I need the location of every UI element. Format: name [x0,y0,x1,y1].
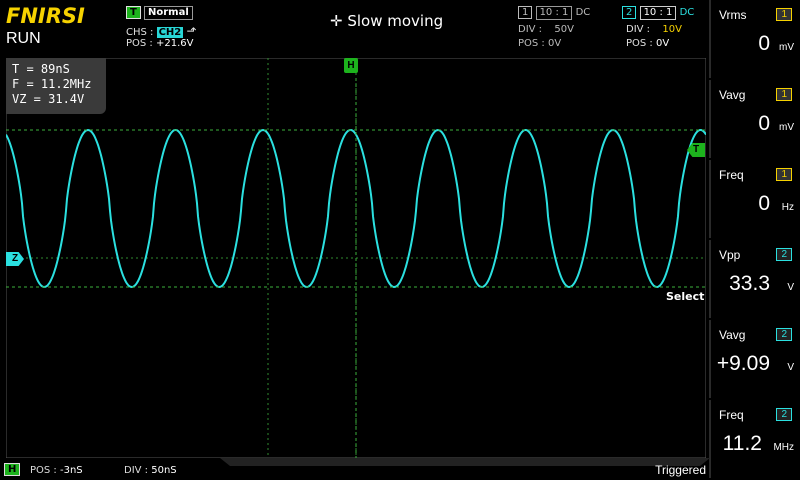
panel-divider [709,320,711,398]
ch1-pos-label: POS : [518,38,545,49]
footer-h-badge: H [4,463,21,476]
trigger-pos-row: POS : +21.6V [126,38,193,49]
measure-label: Freq [719,168,744,182]
ch2-num: 2 [622,6,637,19]
measure-value: +9.09 [716,352,770,375]
footer-div-value: 50nS [151,465,177,476]
measure-channel-badge: 2 [776,248,792,261]
measure-vrms-ch1[interactable]: Vrms 1 0 mV [709,0,800,78]
measure-channel-badge: 1 [776,8,792,21]
ch1-num: 1 [518,6,533,19]
trigger-badge: T [126,6,141,19]
measure-unit: V [787,282,794,293]
trigger-source-row: CHS : CH2 ⬏ [126,24,196,38]
panel-divider [709,0,711,78]
trigger-pos[interactable]: +21.6V [156,38,194,49]
measure-channel-badge: 2 [776,328,792,341]
ch2-div: 10V [662,24,682,35]
cursor-f: F = 11.2MHz [12,77,92,91]
cursor-vz: VZ = 31.4V [12,92,85,106]
ch2-div-label: DIV : [626,24,651,35]
footer-pos[interactable]: POS : -3nS [30,465,83,476]
measure-value: 0 [758,112,770,135]
footer-pos-label: POS : [30,465,57,476]
measure-label: Vavg [719,328,746,342]
mode-text: Slow moving [347,12,444,30]
move-icon: ✛ [330,12,343,30]
footer-div-label: DIV : [124,465,149,476]
measure-channel-badge: 1 [776,88,792,101]
measure-value: 0 [758,32,770,55]
ch1-div-row: DIV : 50V [518,24,574,35]
measure-unit: mV [779,42,794,53]
ch2-div-row: DIV : 10V [626,24,682,35]
mode-label[interactable]: ✛ Slow moving [330,12,443,30]
measure-unit: V [787,362,794,373]
trigger-status: Triggered [655,463,706,477]
measure-unit: mV [779,122,794,133]
ch1-header[interactable]: 1 10 : 1 DC [518,6,590,20]
brand-logo: FNIRSI [6,4,85,28]
panel-divider [709,240,711,318]
trigger-panel[interactable]: T Normal [126,6,193,20]
trigger-source[interactable]: CH2 [156,27,184,38]
measure-unit: MHz [773,442,794,453]
ch1-probe: 10 : 1 [535,6,573,20]
ch1-pos-row: POS : 0V [518,38,561,49]
ch2-header[interactable]: 2 10 : 1 DC [622,6,694,20]
ch1-coupling: DC [575,7,591,18]
footer-h: H [4,463,21,476]
measure-freq-ch1[interactable]: Freq 1 0 Hz [709,160,800,238]
trigger-mode[interactable]: Normal [144,6,193,20]
cursor-measurement-box: T = 89nS F = 11.2MHz VZ = 31.4V [6,58,106,114]
measure-vavg-ch2[interactable]: Vavg 2 +9.09 V [709,320,800,398]
ch1-div: 50V [554,24,574,35]
trigger-source-label: CHS : [126,27,154,38]
measure-vavg-ch1[interactable]: Vavg 1 0 mV [709,80,800,158]
panel-divider [709,80,711,158]
ch2-probe: 10 : 1 [639,6,677,20]
measure-label: Vpp [719,248,741,262]
measure-channel-badge: 2 [776,408,792,421]
cursor-t: T = 89nS [12,62,70,76]
measure-label: Vrms [719,8,747,22]
ch2-pos: 0V [655,38,670,49]
footer-pos-value: -3nS [59,465,83,476]
measure-label: Freq [719,408,744,422]
measure-value: 33.3 [729,272,770,295]
trigger-pos-label: POS : [126,38,153,49]
rising-edge-icon: ⬏ [186,24,197,38]
ch1-pos: 0V [547,38,562,49]
measure-vpp-ch2[interactable]: Vpp 2 33.3 V [709,240,800,318]
ch2-coupling: DC [679,7,695,18]
ch2-pos-label: POS : [626,38,653,49]
h-marker[interactable]: H [344,58,358,73]
run-state[interactable]: RUN [6,30,41,48]
scope-display[interactable] [6,58,706,458]
panel-divider [709,160,711,238]
ch1-div-label: DIV : [518,24,543,35]
measure-unit: Hz [781,202,794,213]
measure-value: 0 [758,192,770,215]
measure-value: 11.2 [722,432,762,455]
measure-label: Vavg [719,88,746,102]
measure-channel-badge: 1 [776,168,792,181]
ch2-pos-row: POS : 0V [626,38,669,49]
select-label[interactable]: Select [666,290,704,303]
footer-div[interactable]: DIV : 50nS [124,465,177,476]
